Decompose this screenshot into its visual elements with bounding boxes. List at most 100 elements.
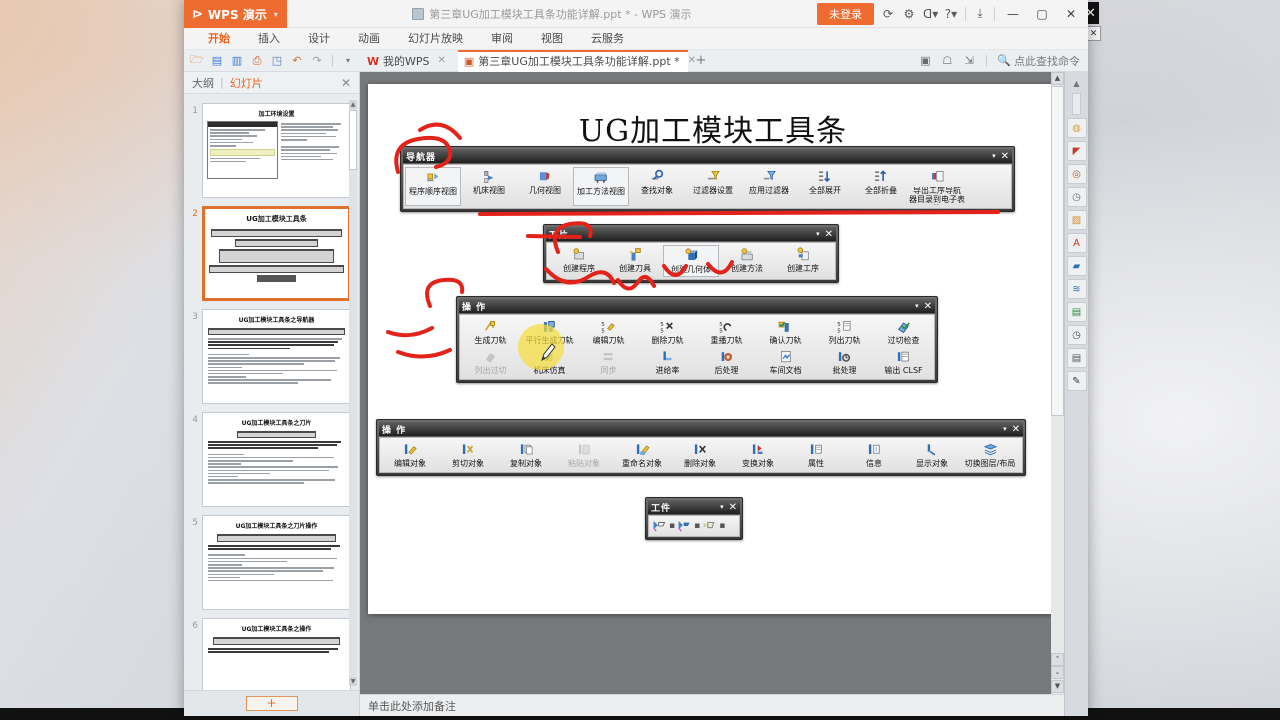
tab-design[interactable]: 设计 (294, 28, 344, 50)
ug-button-copy-object[interactable]: 复制对象 (497, 440, 555, 470)
tab-insert[interactable]: 插入 (244, 28, 294, 50)
refresh-icon[interactable]: ⟳ (881, 7, 895, 21)
ug-button-replay-toolpath[interactable]: 55 重播刀轨 (697, 317, 756, 347)
slide-thumbnail[interactable]: UG加工模块工具条之刀片 (202, 412, 351, 507)
slide-thumbnail[interactable]: 加工环境设置 (202, 103, 351, 198)
page-title[interactable]: UG加工模块工具条 (368, 106, 1058, 150)
smart-design-icon[interactable]: ◍ (1066, 118, 1087, 138)
chevron-down-icon[interactable]: ▾ (915, 302, 919, 310)
toolbar-caption[interactable]: 工件 ▾ ✕ (648, 500, 740, 514)
charts-icon[interactable]: ◷ (1066, 187, 1087, 207)
ug-button-properties[interactable]: 属性 (787, 440, 845, 470)
ug-button-program-order-view[interactable]: 程序顺序视图 (405, 167, 461, 206)
share-doc-icon[interactable]: ⇲ (962, 54, 976, 68)
list-item[interactable]: 3 UG加工模块工具条之导航器 (184, 306, 359, 409)
workpiece-blank-icon[interactable] (701, 519, 718, 533)
ug-button-create-geometry[interactable]: 创建几何体 (663, 245, 719, 277)
ug-button-machine-tool-view[interactable]: 机床视图 (461, 167, 517, 206)
ug-button-post-process[interactable]: 后处理 (697, 347, 756, 377)
slide-thumbnail-selected[interactable]: UG加工模块工具条 (202, 206, 351, 301)
rail-grip-handle[interactable] (1072, 93, 1081, 115)
chevron-down-icon[interactable]: ▾ (816, 230, 820, 238)
ug-button-edit-object[interactable]: 编辑对象 (381, 440, 439, 470)
slide-vertical-scrollbar[interactable]: ▲ ⌃ ⌄ ▼ (1051, 72, 1064, 694)
slide-canvas[interactable]: UG加工模块工具条 导航器 ▾ ✕ 程序顺序视图 机床视图 几何视图 加工方法视… (368, 84, 1058, 614)
list-item[interactable]: 2 UG加工模块工具条 (184, 203, 359, 306)
print-preview-icon[interactable]: ◳ (270, 54, 284, 68)
elements-icon[interactable]: ▰ (1066, 256, 1087, 276)
close-button[interactable]: ✕ (1060, 7, 1082, 21)
help-icon[interactable]: ?▾ (944, 7, 958, 21)
ug-toolbar-navigator[interactable]: 导航器 ▾ ✕ 程序顺序视图 机床视图 几何视图 加工方法视图 查找对象 过滤器… (400, 146, 1015, 212)
toolbar-caption[interactable]: 刀片 ▾ ✕ (546, 227, 836, 241)
outline-icon[interactable]: ▤ (1066, 348, 1087, 368)
ug-button-export-operation-navigator[interactable]: 导出工序导航器目录到电子表格 (909, 167, 965, 206)
next-slide-icon[interactable]: ⌄ (1051, 666, 1064, 679)
ug-button-gouge-check[interactable]: 过切检查 (874, 317, 933, 347)
ug-button-machining-method-view[interactable]: 加工方法视图 (573, 167, 629, 206)
slide-thumbnail[interactable]: UG加工模块工具条之刀片操作 (202, 515, 351, 610)
chevron-down-icon[interactable]: ▾ (720, 503, 724, 511)
workpiece-display-icon[interactable] (676, 519, 693, 533)
ug-toolbar-operation-objects[interactable]: 操 作 ▾ ✕ 编辑对象 剪切对象 复制对象 粘贴对象 重命名对象 删除对象 变… (376, 419, 1026, 476)
slide-stage[interactable]: UG加工模块工具条 导航器 ▾ ✕ 程序顺序视图 机床视图 几何视图 加工方法视… (360, 72, 1064, 694)
close-icon[interactable]: ✕ (1001, 151, 1009, 162)
ug-button-verify-toolpath[interactable]: 确认刀轨 (756, 317, 815, 347)
ug-button-geometry-view[interactable]: 几何视图 (517, 167, 573, 206)
list-item[interactable]: 5 UG加工模块工具条之刀片操作 (184, 512, 359, 615)
list-item[interactable]: 4 UG加工模块工具条之刀片 (184, 409, 359, 512)
scroll-up-icon[interactable]: ▲ (1051, 72, 1064, 85)
sign-in-button[interactable]: 未登录 (817, 2, 874, 25)
ug-button-collapse-all[interactable]: 全部折叠 (853, 167, 909, 206)
workpiece-select-icon[interactable] (651, 519, 668, 533)
find-command-box[interactable]: 🔍 点此查找命令 (997, 53, 1080, 69)
chevron-down-icon[interactable]: ▾ (992, 152, 996, 160)
collapse-ribbon-icon[interactable]: ▲ (1067, 76, 1087, 90)
ug-button-information[interactable]: i 信息 (845, 440, 903, 470)
tab-cloud-service[interactable]: 云服务 (577, 28, 638, 50)
gear-icon[interactable]: ⚙ (902, 7, 916, 21)
wifi-share-icon[interactable]: ≋ (1066, 279, 1087, 299)
slide-thumbnail[interactable]: UG加工模块工具条之操作 (202, 618, 351, 690)
ug-button-create-program[interactable]: 创建程序 (551, 245, 607, 277)
thumbnail-scrollbar[interactable]: ▲ ▼ (349, 100, 357, 686)
tab-animation[interactable]: 动画 (344, 28, 394, 50)
toolbar-caption[interactable]: 操 作 ▾ ✕ (379, 422, 1023, 436)
ug-button-edit-toolpath[interactable]: 55 编辑刀轨 (579, 317, 638, 347)
previous-slide-icon[interactable]: ⌃ (1051, 653, 1064, 666)
tab-slides[interactable]: 幻灯片 (230, 75, 263, 91)
chevron-down-icon[interactable]: ▾ (274, 10, 278, 19)
scrollbar-thumb[interactable] (349, 110, 357, 170)
scroll-up-icon[interactable]: ▲ (349, 100, 357, 109)
ug-button-batch-process[interactable]: 批处理 (815, 347, 874, 377)
ug-button-switch-layer-layout[interactable]: 切换图层/布局 (961, 440, 1019, 470)
ug-button-create-operation[interactable]: 创建工序 (775, 245, 831, 277)
ug-button-display-object[interactable]: 显示对象 (903, 440, 961, 470)
ug-button-feed-rate[interactable]: 进给率 (638, 347, 697, 377)
undo-icon[interactable]: ↶ (290, 54, 304, 68)
scroll-down-icon[interactable]: ▼ (1051, 680, 1064, 693)
tab-slideshow[interactable]: 幻灯片放映 (394, 28, 477, 50)
save-icon[interactable]: ▤ (210, 54, 224, 68)
shapes-icon[interactable]: ◎ (1066, 164, 1087, 184)
close-icon[interactable]: ✕ (924, 301, 932, 312)
ug-toolbar-workpiece[interactable]: 工件 ▾ ✕ ▪ ▪ ▪ (645, 497, 743, 540)
history-icon[interactable]: ◷ (1066, 325, 1087, 345)
chevron-down-icon[interactable]: ▾ (341, 54, 355, 68)
download-icon[interactable]: ⤓ (973, 6, 987, 21)
toolbar-caption[interactable]: 导航器 ▾ ✕ (403, 149, 1012, 163)
ug-button-generate-toolpath[interactable]: 生成刀轨 (461, 317, 520, 347)
close-icon[interactable]: ✕ (341, 76, 351, 90)
restore-icon[interactable]: ▣ (918, 54, 932, 68)
ug-button-rename-object[interactable]: 重命名对象 (613, 440, 671, 470)
folder-open-icon[interactable]: 🗁 (190, 53, 204, 68)
minimize-button[interactable]: — (1002, 7, 1024, 21)
close-icon[interactable]: ✕ (1012, 424, 1020, 435)
dropdown-dot-icon[interactable]: ▪ (719, 521, 725, 531)
ug-button-list-toolpath[interactable]: 55 列出刀轨 (815, 317, 874, 347)
ug-button-expand-all[interactable]: 全部展开 (797, 167, 853, 206)
share-icon[interactable]: ᗡ▾ (923, 7, 938, 21)
ug-button-find-object[interactable]: 查找对象 (629, 167, 685, 206)
wps-brand-button[interactable]: ⊳ WPS 演示 ▾ (184, 0, 287, 28)
redo-icon[interactable]: ↷ (310, 54, 324, 68)
